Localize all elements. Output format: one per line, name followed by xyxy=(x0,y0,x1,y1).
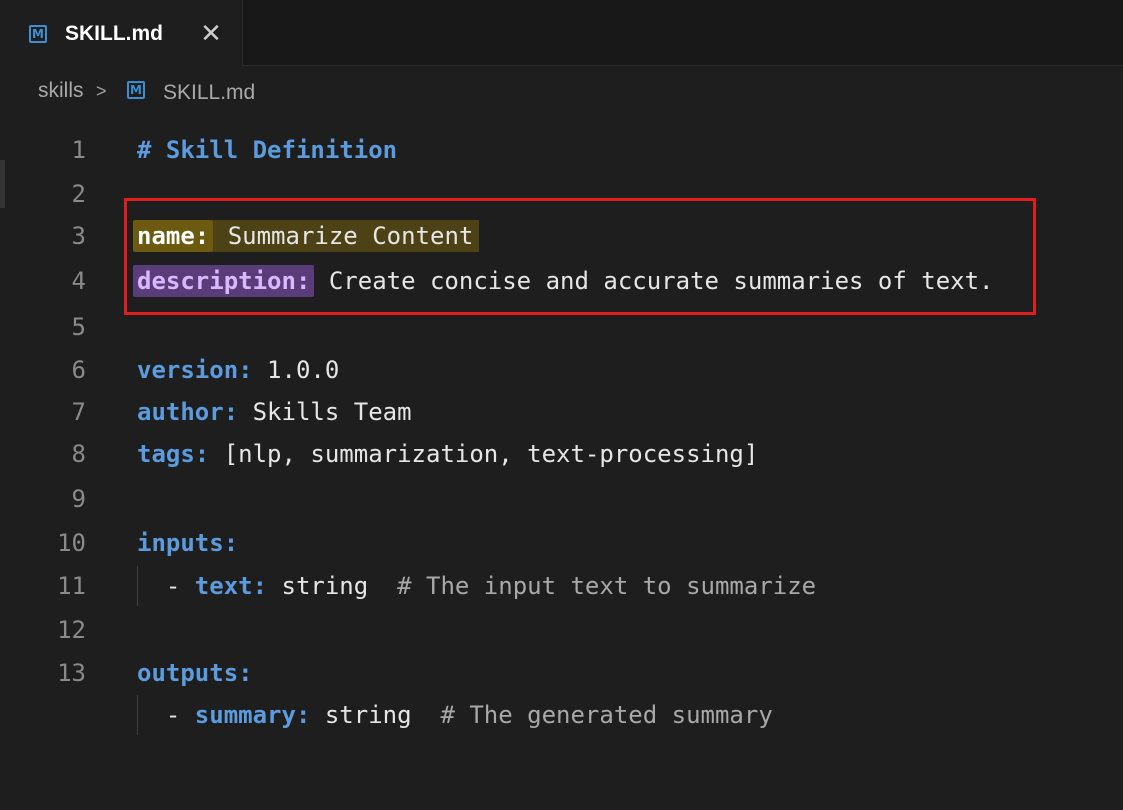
code-line: 11 - text: string # The input text to su… xyxy=(0,566,1123,606)
yaml-value: string xyxy=(267,572,398,600)
code-line: 12 xyxy=(0,610,1123,650)
line-number: 2 xyxy=(71,180,86,208)
tab-bar: M SKILL.md ✕ xyxy=(0,0,1123,67)
yaml-value: 1.0.0 xyxy=(252,356,340,384)
yaml-key: inputs: xyxy=(137,529,239,557)
code-line: 8 tags: [nlp, summarization, text-proces… xyxy=(0,434,1123,474)
markdown-heading: # Skill Definition xyxy=(137,136,398,164)
code-line: 10 inputs: xyxy=(0,523,1123,563)
yaml-key: outputs: xyxy=(137,659,253,687)
chevron-right-icon: > xyxy=(96,81,107,101)
line-number: 6 xyxy=(71,356,86,384)
markdown-icon: M xyxy=(127,81,145,99)
line-number: 13 xyxy=(57,659,86,687)
code-line: 7 author: Skills Team xyxy=(0,392,1123,432)
yaml-value: string xyxy=(310,701,441,729)
line-number: 5 xyxy=(71,313,86,341)
line-number: 9 xyxy=(71,485,86,513)
yaml-value: [nlp, summarization, text-processing] xyxy=(209,440,759,468)
yaml-key: tags: xyxy=(137,440,210,468)
line-number: 8 xyxy=(71,440,86,468)
line-number: 11 xyxy=(57,572,86,600)
tab-skill-md[interactable]: M SKILL.md ✕ xyxy=(0,0,243,67)
code-line: - summary: string # The generated summar… xyxy=(0,695,1123,735)
highlight-box xyxy=(124,198,1036,315)
line-number: 1 xyxy=(71,136,86,164)
breadcrumb-file[interactable]: SKILL.md xyxy=(163,78,255,108)
code-line: 6 version: 1.0.0 xyxy=(0,350,1123,390)
tab-title: SKILL.md xyxy=(65,22,163,45)
indent-guide xyxy=(137,566,138,606)
line-number: 3 xyxy=(71,222,86,250)
list-dash: - xyxy=(137,701,195,729)
code-comment: # The generated summary xyxy=(440,701,773,729)
close-icon[interactable]: ✕ xyxy=(199,20,223,48)
markdown-icon: M xyxy=(29,25,47,43)
line-number: 4 xyxy=(71,267,86,295)
code-line: 13 outputs: xyxy=(0,653,1123,693)
breadcrumb-folder[interactable]: skills xyxy=(38,76,84,106)
line-number: 10 xyxy=(57,529,86,557)
line-number: 12 xyxy=(57,616,86,644)
yaml-key: version: xyxy=(137,356,253,384)
indent-guide xyxy=(137,695,138,735)
yaml-key: text: xyxy=(194,572,268,600)
yaml-key: author: xyxy=(137,398,239,426)
yaml-key: summary: xyxy=(194,701,311,729)
yaml-value: Skills Team xyxy=(238,398,412,426)
code-line: 1 # Skill Definition xyxy=(0,130,1123,170)
line-number: 7 xyxy=(71,398,86,426)
list-dash: - xyxy=(137,572,195,600)
code-line: 9 xyxy=(0,479,1123,519)
code-comment: # The input text to summarize xyxy=(397,572,817,600)
